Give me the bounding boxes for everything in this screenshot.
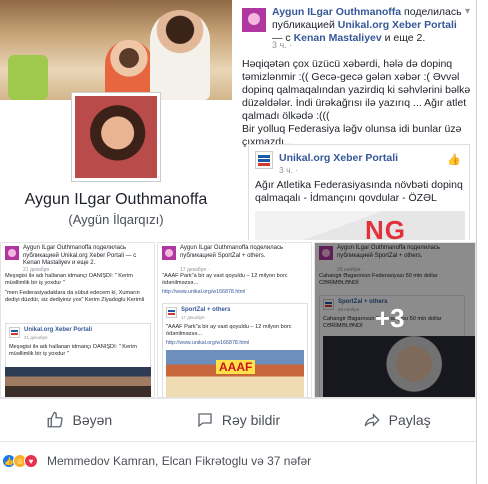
more-photos-count: +3 — [375, 303, 405, 333]
shared-card-image-text: NG — [365, 215, 406, 240]
cover-photo — [0, 0, 232, 100]
shared-card-title[interactable]: Ağır Atletika Federasiyasında növbəti do… — [255, 179, 465, 205]
thumb-card-date: 21 декабря · — [24, 335, 51, 340]
shared-card-image[interactable]: NG — [255, 211, 465, 240]
post-shared-page[interactable]: Unikal.org Xeber Portali — [338, 19, 457, 31]
love-reaction-icon: ♥ — [24, 454, 38, 468]
thumb-image-sign: AAAF — [216, 360, 256, 374]
unikal-logo-icon — [9, 327, 20, 338]
shared-link-card[interactable]: Unikal.org Xeber Portali 3 ч. · 👍 Ağır A… — [248, 144, 470, 240]
cover-woman — [150, 10, 210, 100]
post-header-more[interactable]: и еще 2. — [385, 32, 426, 44]
profile-alt-name: (Aygün İlqarqızı) — [68, 212, 164, 227]
thumb-avatar — [162, 246, 176, 260]
post-author-avatar[interactable] — [242, 8, 266, 32]
thumb-card-name: Unikal.org Xeber Portali — [24, 327, 93, 333]
thumb-header: Aygun ILgar Outhmanoffa поделилась публи… — [180, 245, 284, 259]
post-author-name[interactable]: Aygun ILgar Outhmanoffa — [272, 6, 401, 18]
post-body-text: Həqiqətən çox üzücü xəbərdi, hələ də dop… — [242, 58, 471, 148]
profile-tile[interactable]: Aygun ILgar Outhmanoffa (Aygün İlqarqızı… — [0, 0, 232, 240]
thumb-image — [5, 367, 151, 397]
thumb-text: "AAAF Park"a bir ay vaxt qoyuldu – 12 mi… — [162, 273, 288, 286]
thumb-card: Unikal.org Xeber Portali 21 декабря · Me… — [5, 323, 151, 371]
thumb-card-text: "AAAF Park"a bir ay vaxt qoyuldu – 12 mi… — [166, 324, 292, 337]
comment-icon — [198, 413, 212, 428]
chevron-down-icon[interactable]: ▾ — [465, 6, 470, 17]
post-header: Aygun ILgar Outhmanoffa поделилась публи… — [272, 6, 462, 45]
post-time[interactable]: 3 ч. · — [272, 40, 292, 50]
thumbs-up-icon — [48, 411, 64, 428]
profile-picture[interactable] — [72, 93, 160, 181]
unikal-logo-icon — [255, 151, 273, 169]
comment-label: Rəy bildir — [221, 412, 281, 428]
profile-name[interactable]: Aygun ILgar Outhmanoffa — [0, 191, 232, 209]
more-photos-overlay[interactable]: +3 — [315, 243, 475, 397]
shared-card-time: 3 ч. · — [279, 165, 299, 175]
cover-chair — [8, 55, 48, 100]
sportzal-logo-icon — [166, 307, 177, 318]
thumb-header: Aygun ILgar Outhmanoffa поделилась публи… — [23, 245, 137, 266]
thumb-image: AAAF — [166, 350, 304, 397]
share-button[interactable]: Paylaş — [317, 399, 476, 441]
post-action-bar: Bəyən Rəy bildir Paylaş — [0, 398, 476, 442]
cover-child — [105, 40, 153, 100]
photo-collage[interactable]: Aygun ILgar Outhmanoffa (Aygün İlqarqızı… — [0, 0, 476, 398]
shared-card-page-name[interactable]: Unikal.org Xeber Portali — [279, 152, 398, 164]
thumbs-up-icon[interactable]: 👍 — [447, 153, 461, 166]
thumbnail-post-3[interactable]: Aygun ILgar Outhmanoffa поделилась публи… — [314, 242, 476, 398]
thumb-card-name: SportZal + others — [181, 307, 231, 313]
thumbnail-post-2[interactable]: Aygun ILgar Outhmanoffa поделилась публи… — [157, 242, 312, 398]
post-tagged-user[interactable]: Kenan Mastaliyev — [294, 32, 382, 44]
reactions-text[interactable]: Memmedov Kamran, Elcan Fikrətoglu və 37 … — [47, 454, 311, 468]
thumb-text-2: "men Federasiyadaklara da sübut edecem k… — [5, 290, 145, 303]
thumb-avatar — [5, 246, 19, 260]
thumbnail-post-1[interactable]: Aygun ILgar Outhmanoffa поделилась публи… — [0, 242, 155, 398]
thumb-card-link: http://www.unikal.org/w166878.html — [166, 340, 250, 346]
thumb-text: Meşəgisi ilə adı hallanan idmançı DANIŞD… — [5, 273, 133, 286]
shared-post-tile[interactable]: Aygun ILgar Outhmanoffa поделилась публи… — [234, 0, 476, 240]
thumb-card-date: 17 декабря · — [181, 315, 208, 320]
like-button[interactable]: Bəyən — [0, 399, 159, 441]
thumb-card-text: Meşəgisi ilə adı hallanan idmançı DANIŞD… — [9, 344, 137, 357]
reactions-summary[interactable]: 👍 ☺ ♥ Memmedov Kamran, Elcan Fikrətoglu … — [0, 450, 476, 472]
thumb-card: SportZal + others 17 декабря · "AAAF Par… — [162, 303, 308, 397]
share-icon — [364, 413, 380, 427]
share-label: Paylaş — [388, 412, 431, 428]
comment-button[interactable]: Rəy bildir — [159, 399, 318, 441]
thumb-link: http://www.unikal.org/w166878.html — [162, 289, 246, 295]
scrollbar[interactable] — [476, 0, 488, 484]
like-label: Bəyən — [72, 412, 113, 428]
reaction-icons: 👍 ☺ ♥ — [2, 454, 38, 468]
